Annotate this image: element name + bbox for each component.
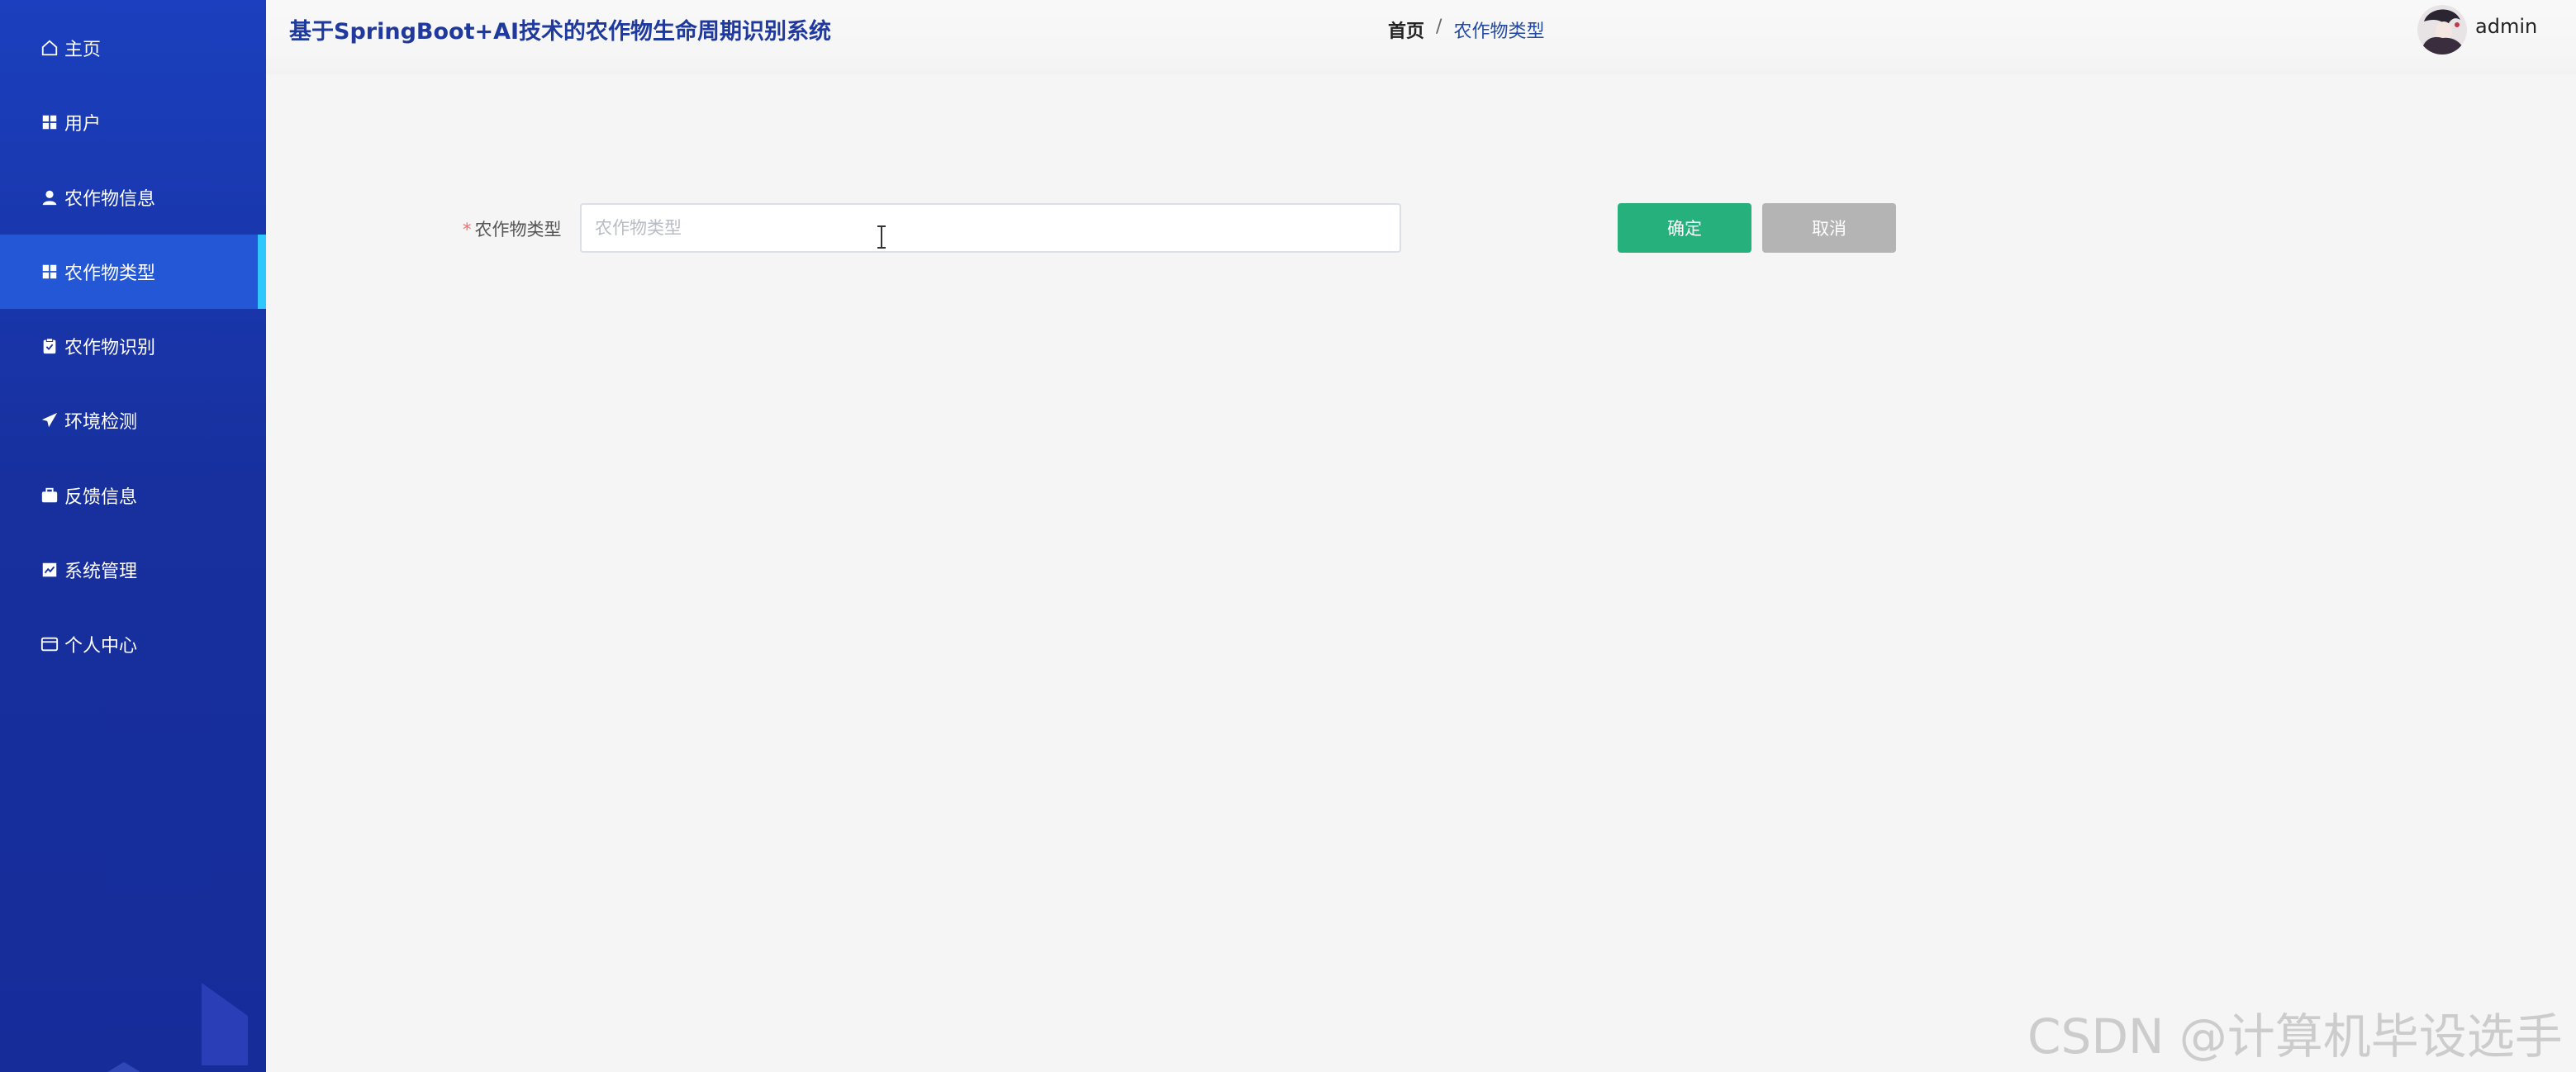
crop-type-input[interactable]: [580, 203, 1401, 253]
decorative-shape: [107, 1062, 140, 1072]
chart-icon: [40, 560, 59, 580]
decorative-shape: [202, 983, 248, 1065]
sidebar-item-feedback[interactable]: 反馈信息: [0, 458, 266, 533]
briefcase-icon: [40, 486, 59, 505]
avatar[interactable]: [2417, 5, 2467, 55]
sidebar-item-crop-recognition[interactable]: 农作物识别: [0, 309, 266, 383]
card-icon: [40, 634, 59, 654]
breadcrumb-current: 农作物类型: [1453, 21, 1545, 42]
sidebar-item-label: 系统管理: [64, 562, 138, 582]
sidebar-item-label: 用户: [64, 114, 102, 135]
sidebar-item-label: 个人中心: [64, 636, 138, 657]
required-star: *: [463, 220, 472, 240]
sidebar-item-label: 反馈信息: [64, 487, 138, 508]
watermark: CSDN @计算机毕设选手: [2027, 1008, 2563, 1065]
grid-icon: [40, 112, 59, 132]
confirm-button[interactable]: 确定: [1618, 203, 1751, 253]
breadcrumb: 首页 / 农作物类型: [1388, 17, 1544, 43]
send-icon: [40, 410, 59, 430]
sidebar-item-system[interactable]: 系统管理: [0, 533, 266, 607]
sidebar-item-label: 环境检测: [64, 412, 138, 433]
sidebar-item-crop-type[interactable]: 农作物类型: [0, 235, 266, 309]
username[interactable]: admin: [2475, 15, 2537, 38]
sidebar-item-profile[interactable]: 个人中心: [0, 607, 266, 681]
clipboard-icon: [40, 336, 59, 356]
text-cursor-icon: [877, 225, 886, 249]
home-icon: [40, 38, 59, 58]
sidebar-item-label: 农作物信息: [64, 189, 156, 210]
sidebar-item-crop-info[interactable]: 农作物信息: [0, 160, 266, 235]
crop-type-label: * 农作物类型: [463, 220, 562, 240]
top-header: 基于SpringBoot+AI技术的农作物生命周期识别系统 首页 / 农作物类型…: [266, 0, 2576, 74]
grid-icon: [40, 262, 59, 282]
breadcrumb-separator: /: [1436, 17, 1442, 37]
app-title: 基于SpringBoot+AI技术的农作物生命周期识别系统: [289, 19, 832, 45]
sidebar-item-label: 农作物识别: [64, 338, 156, 358]
sidebar-item-home[interactable]: 主页: [0, 11, 266, 85]
sidebar-item-users[interactable]: 用户: [0, 85, 266, 159]
sidebar-item-env-monitor[interactable]: 环境检测: [0, 383, 266, 458]
breadcrumb-home[interactable]: 首页: [1388, 17, 1424, 43]
cancel-button[interactable]: 取消: [1762, 203, 1896, 253]
user-icon: [40, 187, 59, 207]
sidebar-item-label: 主页: [64, 40, 102, 60]
sidebar: 主页 用户 农作物信息 农作物类型 农作物识别 环境检测 反馈信息 系统管理 个…: [0, 0, 266, 1072]
sidebar-item-label: 农作物类型: [64, 263, 156, 284]
